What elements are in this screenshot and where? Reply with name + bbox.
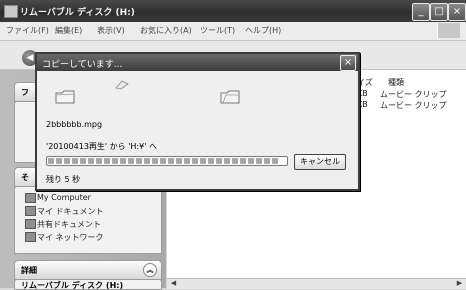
- other-places-panel: My Computer マイ ドキュメント 共有ドキュメント マイ ネットワーク: [14, 186, 162, 254]
- menu-help[interactable]: ヘルプ(H): [245, 25, 281, 36]
- scroll-left-icon[interactable]: ◀: [169, 279, 178, 288]
- shared-folder-icon: [25, 219, 36, 229]
- flying-paper-icon: [115, 80, 129, 90]
- window-title: リムーバブル ディスク (H:): [20, 8, 135, 18]
- copy-filename: 2bbbbbb.mpg: [46, 120, 103, 129]
- scroll-right-icon[interactable]: ▶: [455, 279, 464, 288]
- details-title: 詳細: [21, 266, 37, 275]
- minimize-button[interactable]: _: [412, 3, 430, 21]
- file-row-2-type: ムービー クリップ: [380, 101, 447, 110]
- dialog-close-button[interactable]: ×: [340, 55, 356, 71]
- copy-source-destination: '20100413再生' から 'H:¥' へ: [46, 142, 157, 151]
- menu-view[interactable]: 表示(V): [97, 25, 125, 36]
- collapse-up-icon[interactable]: ︽: [143, 263, 157, 277]
- menu-edit[interactable]: 編集(E): [55, 25, 82, 36]
- menu-bar: ファイル(F) 編集(E) 表示(V) お気に入り(A) ツール(T) ヘルプ(…: [0, 22, 466, 41]
- window-titlebar[interactable]: リムーバブル ディスク (H:) _ □ ×: [0, 0, 466, 22]
- horizontal-scrollbar[interactable]: ◀ ▶: [167, 278, 466, 289]
- place-shared-documents[interactable]: 共有ドキュメント: [25, 219, 101, 230]
- dialog-title: コピーしています...: [42, 60, 123, 70]
- close-button[interactable]: ×: [448, 3, 466, 21]
- copy-progress-fill: [48, 158, 279, 164]
- cancel-button[interactable]: キャンセル: [294, 154, 346, 170]
- computer-icon: [25, 193, 36, 203]
- dialog-titlebar[interactable]: コピーしています... ×: [37, 54, 358, 71]
- source-folder-icon: [55, 90, 75, 104]
- windows-logo-icon: [437, 23, 460, 38]
- copy-dialog: コピーしています... × 2bbbbbb.mpg '20100413再生' か…: [35, 52, 360, 191]
- time-remaining: 残り 5 秒: [46, 175, 81, 184]
- folder-icon: [25, 206, 36, 216]
- details-panel: リムーバブル ディスク (H:): [14, 279, 162, 290]
- file-row-1-type: ムービー クリップ: [380, 90, 447, 99]
- place-my-network[interactable]: マイ ネットワーク: [25, 232, 104, 243]
- copy-progress-bar: [46, 156, 288, 166]
- menu-favorites[interactable]: お気に入り(A): [140, 25, 192, 36]
- network-icon: [25, 232, 36, 242]
- details-subtitle: リムーバブル ディスク (H:): [21, 281, 124, 290]
- other-places-title: そ: [21, 173, 29, 182]
- drive-icon: [4, 5, 18, 18]
- place-my-computer[interactable]: My Computer: [25, 193, 91, 203]
- details-panel-header[interactable]: 詳細 ︽: [14, 260, 162, 280]
- place-my-documents[interactable]: マイ ドキュメント: [25, 206, 104, 217]
- file-tasks-title: フ: [21, 88, 29, 97]
- menu-file[interactable]: ファイル(F): [6, 25, 49, 36]
- menu-tools[interactable]: ツール(T): [200, 25, 235, 36]
- destination-folder-icon: [220, 90, 240, 104]
- column-type[interactable]: 種類: [388, 77, 404, 88]
- maximize-button[interactable]: □: [430, 3, 448, 21]
